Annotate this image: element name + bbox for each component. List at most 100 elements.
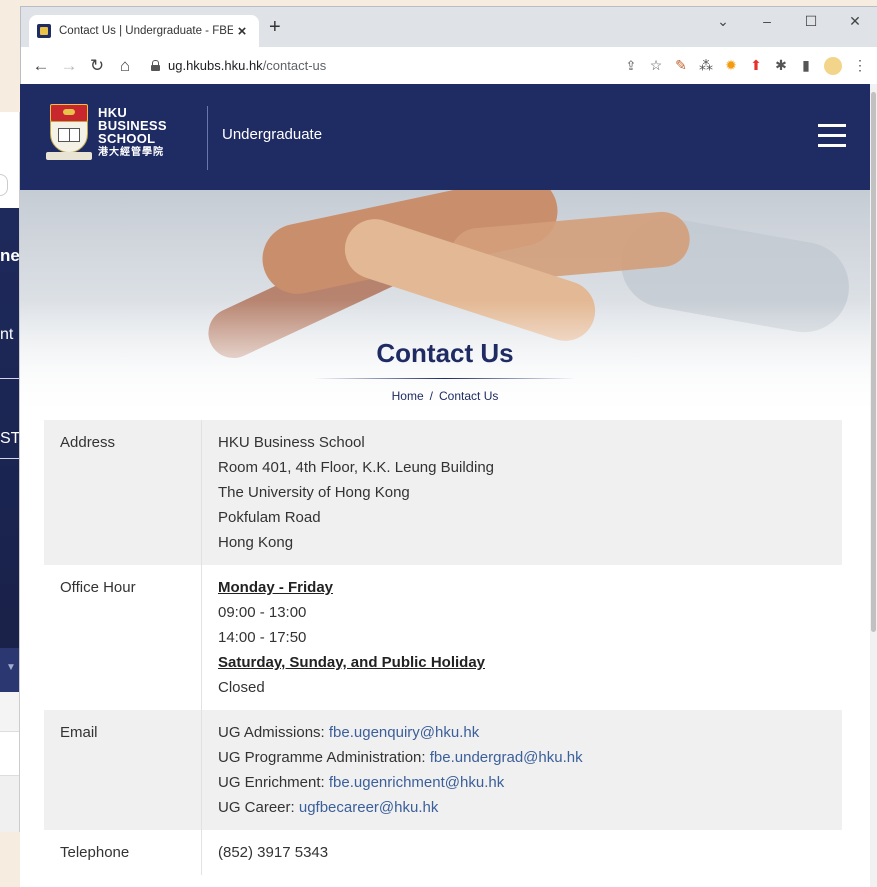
weekday-hours: 14:00 - 17:50 bbox=[218, 629, 307, 646]
site-header: HKU BUSINESS SCHOOL 港大經管學院 Undergraduate bbox=[20, 84, 870, 190]
background-divider bbox=[0, 378, 19, 379]
puzzle-extensions-icon[interactable]: ✱ bbox=[770, 55, 792, 77]
telephone-value: (852) 3917 5343 bbox=[218, 844, 329, 861]
logo-wordmark: HKU BUSINESS SCHOOL 港大經管學院 bbox=[98, 106, 167, 159]
email-label: Email bbox=[44, 710, 202, 830]
email-link-admissions[interactable]: fbe.ugenquiry@hku.hk bbox=[329, 724, 479, 741]
breadcrumb-current: Contact Us bbox=[439, 389, 499, 403]
sun-extension-icon[interactable]: ✹ bbox=[720, 55, 742, 77]
background-text-2: nt bbox=[0, 326, 14, 343]
email-type-label: UG Programme Administration: bbox=[218, 749, 430, 766]
reload-icon[interactable]: ↻ bbox=[83, 52, 111, 80]
contact-table: Address HKU Business School Room 401, 4t… bbox=[44, 420, 842, 875]
background-search-field bbox=[0, 174, 8, 196]
tab-title: Contact Us | Undergraduate - FBE bbox=[59, 25, 233, 37]
address-line: Pokfulam Road bbox=[218, 509, 321, 526]
upload-extension-icon[interactable]: ⬆ bbox=[745, 55, 767, 77]
url-domain: ug.hkubs.hku.hk bbox=[168, 58, 263, 73]
background-band: ▼ bbox=[0, 648, 19, 692]
back-arrow-icon[interactable]: ← bbox=[27, 52, 55, 80]
email-type-label: UG Career: bbox=[218, 799, 299, 816]
table-row-email: Email UG Admissions: fbe.ugenquiry@hku.h… bbox=[44, 710, 842, 830]
window-controls: ⌄ – ☐ ✕ bbox=[701, 7, 877, 35]
table-row-address: Address HKU Business School Room 401, 4t… bbox=[44, 420, 842, 565]
logo-line-school: SCHOOL bbox=[98, 130, 156, 146]
address-value: HKU Business School Room 401, 4th Floor,… bbox=[202, 420, 842, 565]
background-text-3: ST bbox=[0, 430, 20, 447]
table-row-office-hour: Office Hour Monday - Friday 09:00 - 13:0… bbox=[44, 565, 842, 710]
address-label: Address bbox=[44, 420, 202, 565]
breadcrumb-separator: / bbox=[429, 389, 433, 403]
background-window: ne nt ST ▼ bbox=[0, 112, 20, 832]
address-line: HKU Business School bbox=[218, 434, 365, 451]
title-underline bbox=[314, 378, 576, 379]
weekday-heading: Monday - Friday bbox=[218, 579, 334, 596]
logo-chinese-name: 港大經管學院 bbox=[98, 146, 164, 158]
logo-line-business: BUSINESS bbox=[98, 117, 167, 133]
share-icon[interactable]: ⇪ bbox=[620, 55, 642, 77]
address-line: Room 401, 4th Floor, K.K. Leung Building bbox=[218, 459, 495, 476]
minimize-button[interactable]: – bbox=[745, 7, 789, 35]
address-line: The University of Hong Kong bbox=[218, 484, 410, 501]
address-line: Hong Kong bbox=[218, 534, 294, 551]
background-text-1: ne bbox=[0, 246, 20, 265]
weekend-heading: Saturday, Sunday, and Public Holiday bbox=[218, 654, 485, 671]
email-line: UG Enrichment: fbe.ugenrichment@hku.hk bbox=[218, 770, 826, 795]
url-path: /contact-us bbox=[262, 58, 327, 73]
office-hour-value: Monday - Friday 09:00 - 13:00 14:00 - 17… bbox=[202, 565, 842, 710]
background-row bbox=[0, 692, 19, 732]
email-link-career[interactable]: ugfbecareer@hku.hk bbox=[299, 799, 438, 816]
close-tab-icon[interactable]: × bbox=[233, 23, 251, 40]
close-window-button[interactable]: ✕ bbox=[833, 7, 877, 35]
tab-strip: Contact Us | Undergraduate - FBE × + ⌄ –… bbox=[21, 7, 877, 47]
hero-banner: Contact Us Home / Contact Us bbox=[20, 190, 870, 420]
translate-extension-icon[interactable]: ⁂ bbox=[695, 55, 717, 77]
lock-icon[interactable] bbox=[151, 60, 160, 71]
maximize-button[interactable]: ☐ bbox=[789, 7, 833, 35]
extension-bar: ⇪ ☆ ✎ ⁂ ✹ ⬆ ✱ ▮ ⋮ bbox=[620, 55, 871, 77]
new-tab-button[interactable]: + bbox=[269, 16, 281, 39]
email-line: UG Career: ugfbecareer@hku.hk bbox=[218, 795, 826, 820]
office-hour-label: Office Hour bbox=[44, 565, 202, 710]
logo-line-hku: HKU bbox=[98, 104, 128, 120]
home-icon[interactable]: ⌂ bbox=[111, 52, 139, 80]
background-dark-panel bbox=[0, 208, 19, 688]
email-value: UG Admissions: fbe.ugenquiry@hku.hk UG P… bbox=[202, 710, 842, 830]
background-row bbox=[0, 776, 19, 832]
email-type-label: UG Admissions: bbox=[218, 724, 329, 741]
table-row-telephone: Telephone (852) 3917 5343 bbox=[44, 830, 842, 875]
background-divider bbox=[0, 458, 19, 459]
breadcrumb-home-link[interactable]: Home bbox=[392, 389, 424, 403]
url-text[interactable]: ug.hkubs.hku.hk/contact-us bbox=[168, 58, 326, 73]
kebab-menu-icon[interactable]: ⋮ bbox=[849, 55, 871, 77]
address-bar[interactable]: ug.hkubs.hku.hk/contact-us bbox=[145, 51, 614, 80]
page-title: Contact Us bbox=[376, 338, 514, 368]
email-type-label: UG Enrichment: bbox=[218, 774, 329, 791]
forward-arrow-icon[interactable]: → bbox=[55, 52, 83, 80]
header-divider bbox=[207, 106, 208, 170]
email-link-enrichment[interactable]: fbe.ugenrichment@hku.hk bbox=[329, 774, 504, 791]
weekday-hours: 09:00 - 13:00 bbox=[218, 604, 307, 621]
email-line: UG Programme Administration: fbe.undergr… bbox=[218, 745, 826, 770]
weekend-status: Closed bbox=[218, 679, 265, 696]
email-line: UG Admissions: fbe.ugenquiry@hku.hk bbox=[218, 720, 826, 745]
side-panel-icon[interactable]: ▮ bbox=[795, 55, 817, 77]
scrollbar-thumb[interactable] bbox=[871, 92, 876, 632]
email-link-programme-admin[interactable]: fbe.undergrad@hku.hk bbox=[430, 749, 583, 766]
pen-extension-icon[interactable]: ✎ bbox=[670, 55, 692, 77]
breadcrumb: Home / Contact Us bbox=[20, 389, 870, 403]
bookmark-star-icon[interactable]: ☆ bbox=[645, 55, 667, 77]
hamburger-menu-icon[interactable] bbox=[818, 124, 846, 148]
page-scrollbar[interactable] bbox=[870, 84, 877, 887]
tab-contact-us[interactable]: Contact Us | Undergraduate - FBE × bbox=[29, 15, 259, 47]
page-viewport: HKU BUSINESS SCHOOL 港大經管學院 Undergraduate… bbox=[20, 84, 870, 887]
telephone-label: Telephone bbox=[44, 830, 202, 875]
hku-crest-icon bbox=[46, 104, 92, 160]
site-subtitle[interactable]: Undergraduate bbox=[222, 126, 322, 143]
tab-search-chevron-icon[interactable]: ⌄ bbox=[701, 7, 745, 35]
hku-business-school-logo[interactable]: HKU BUSINESS SCHOOL 港大經管學院 bbox=[46, 104, 167, 160]
browser-toolbar: ← → ↻ ⌂ ug.hkubs.hku.hk/contact-us ⇪ ☆ ✎… bbox=[21, 47, 877, 85]
hku-favicon-icon bbox=[37, 24, 51, 38]
background-row bbox=[0, 732, 19, 776]
profile-avatar[interactable] bbox=[824, 56, 842, 75]
